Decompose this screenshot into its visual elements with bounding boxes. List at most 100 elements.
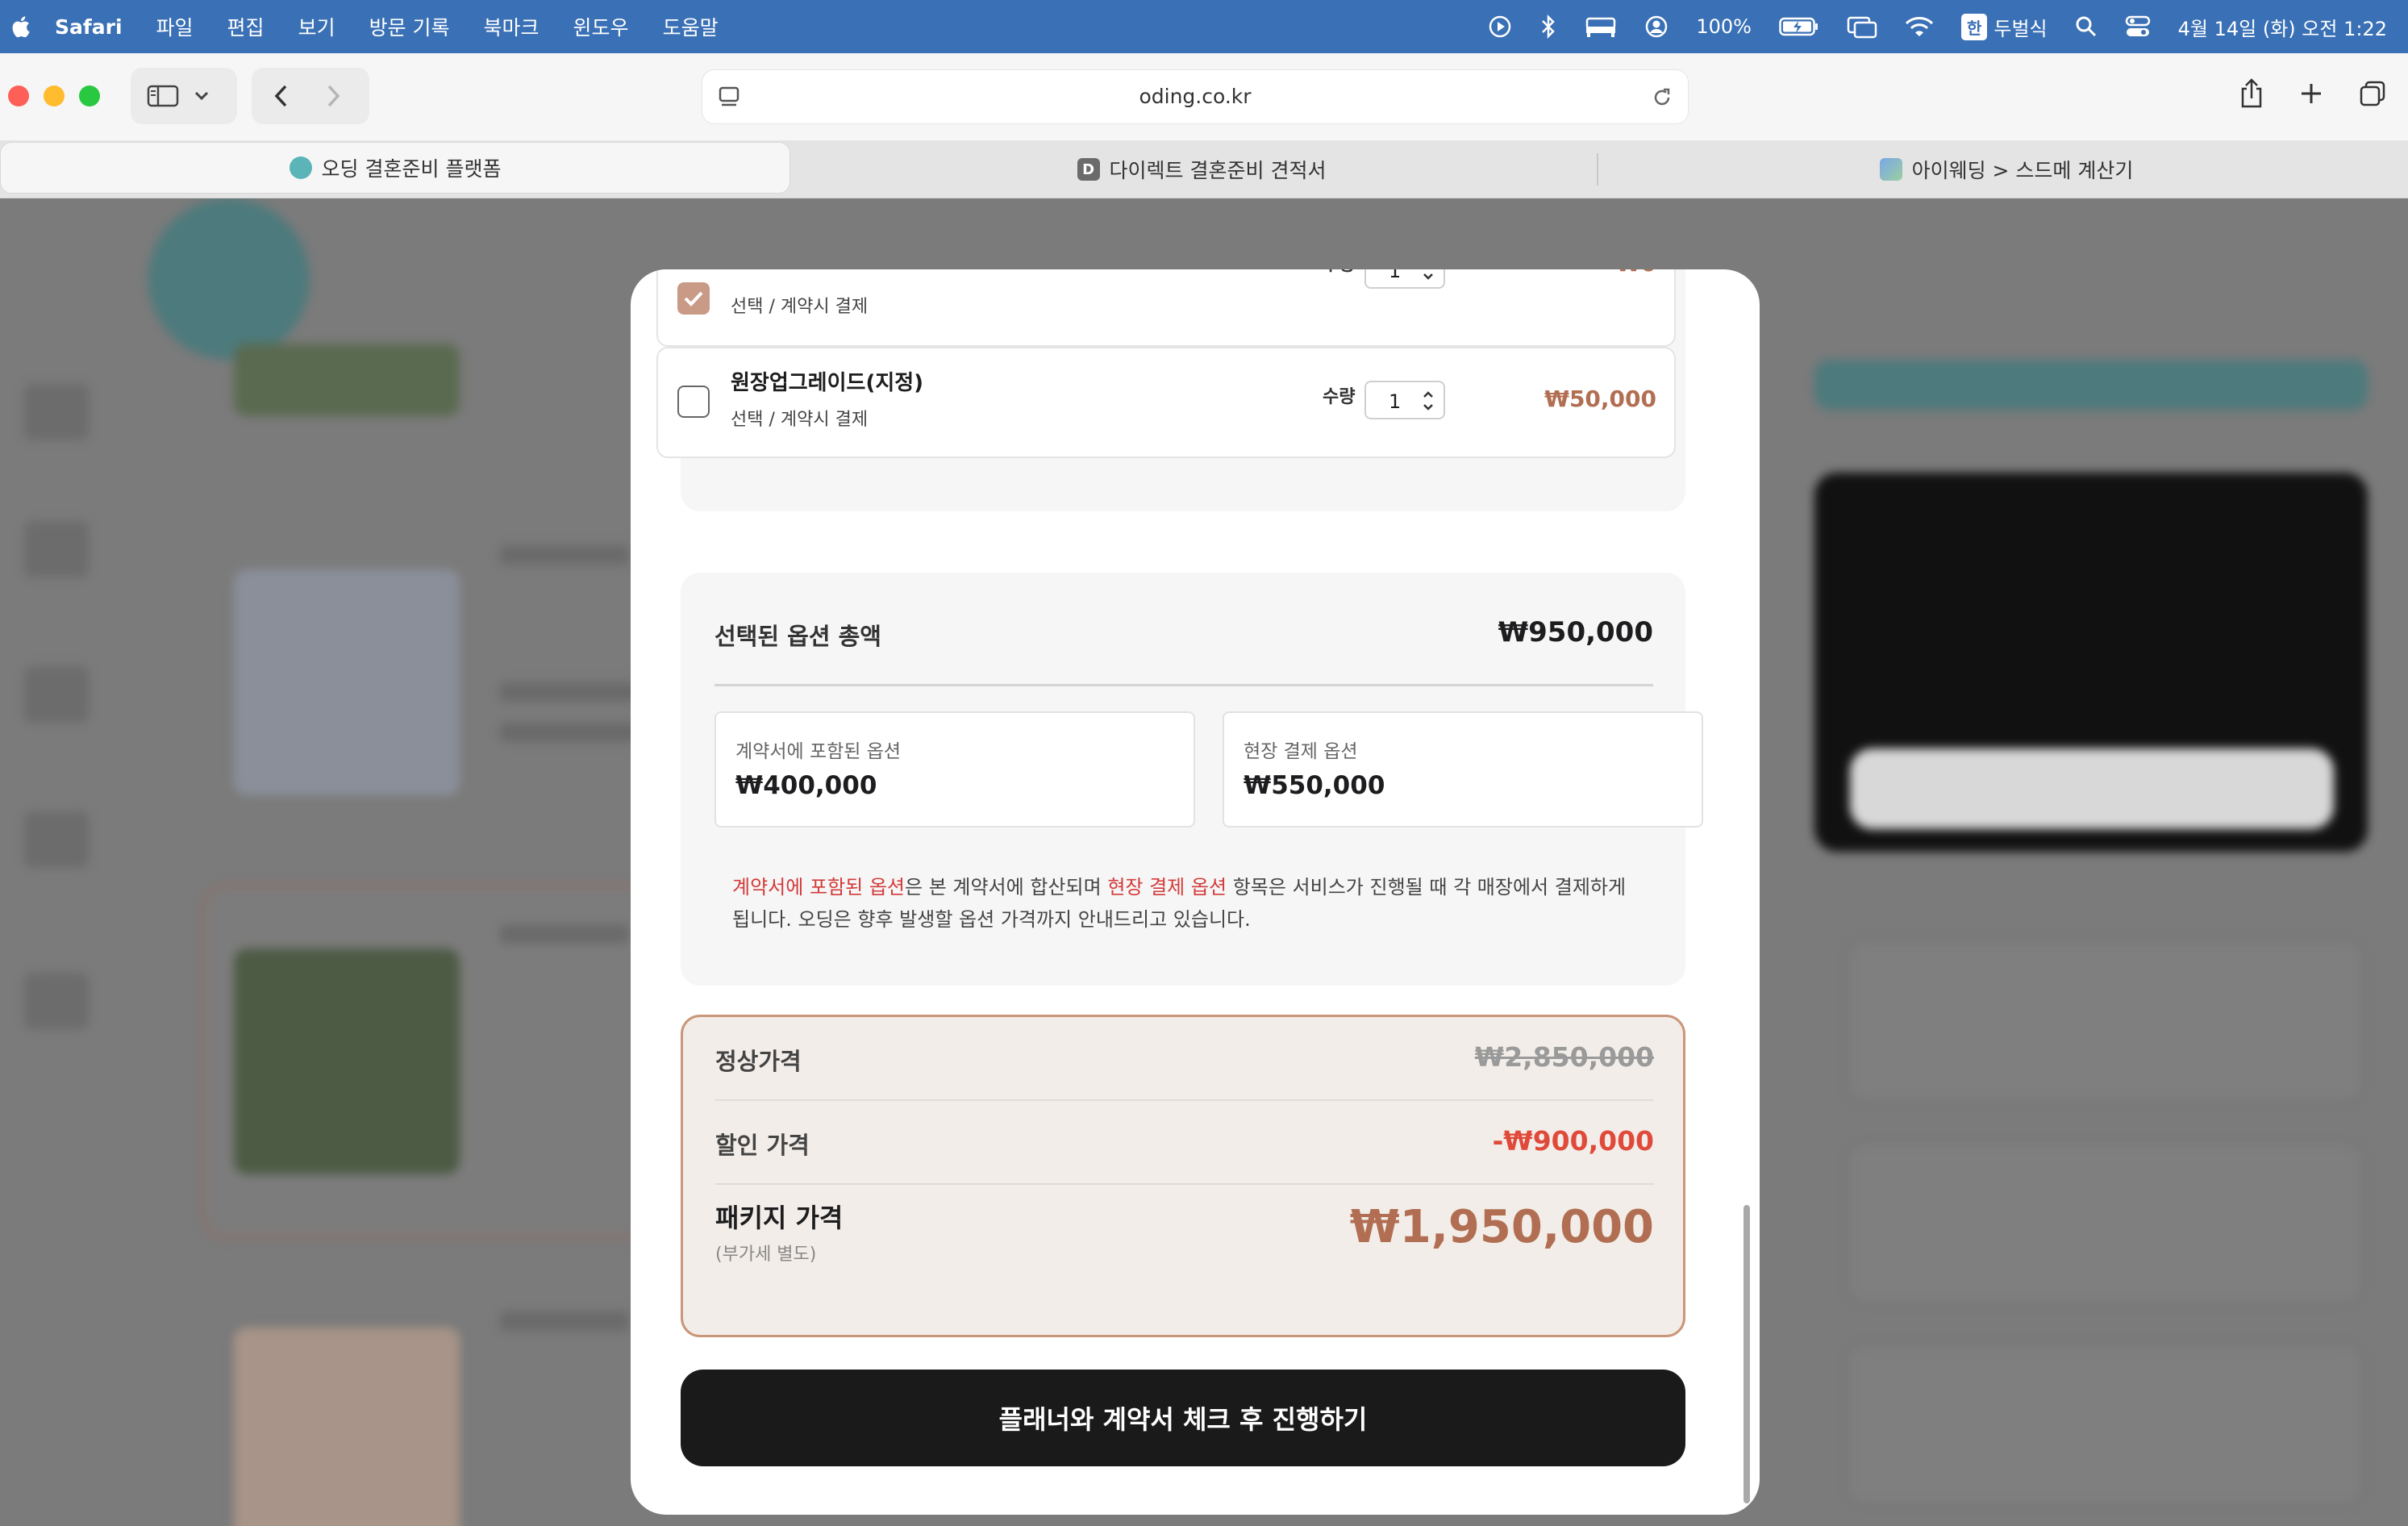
tab-iwedding[interactable]: 아이웨딩 > 스드메 계산기 [1605, 140, 2408, 198]
tab-title: 아이웨딩 > 스드메 계산기 [1911, 159, 2134, 182]
iwedding-favicon-icon [1879, 158, 1902, 181]
onsite-options-label: 현장 결제 옵션 [1244, 741, 1358, 762]
quantity-value: 1 [1389, 269, 1402, 282]
search-icon[interactable] [2075, 15, 2098, 38]
contract-options-box: 계약서에 포함된 옵션 ₩400,000 [714, 711, 1195, 828]
nav-buttons [252, 68, 369, 124]
proceed-button[interactable]: 플래너와 계약서 체크 후 진행하기 [681, 1370, 1685, 1466]
product-thumb [234, 949, 460, 1174]
side-nav-item [24, 521, 89, 577]
wifi-icon[interactable] [1905, 15, 1934, 38]
onsite-options-value: ₩550,000 [1244, 771, 1385, 800]
product-title [500, 1311, 629, 1331]
option-sub: 선택 / 계약시 결제 [731, 410, 869, 430]
apple-icon[interactable] [10, 15, 31, 39]
side-nav [0, 360, 113, 1328]
menu-help[interactable]: 도움말 [663, 12, 719, 41]
option-price: ₩50,000 [1544, 386, 1656, 412]
modal-scrollbar[interactable] [1744, 1205, 1750, 1503]
side-nav-item [24, 811, 89, 868]
menu-history[interactable]: 방문 기록 [369, 12, 450, 41]
note-highlight: 현장 결제 옵션 [1107, 876, 1227, 899]
screen-mirroring-icon[interactable] [1847, 15, 1877, 39]
package-price-value: ₩1,950,000 [1349, 1201, 1654, 1253]
stepper-icon[interactable] [1421, 269, 1435, 284]
sidebar-icon[interactable] [147, 84, 179, 108]
discount-row: 할인 가격 -₩900,000 [715, 1101, 1654, 1185]
option-checkbox[interactable] [677, 282, 710, 315]
product-thumb [234, 1328, 460, 1526]
tab-overview-icon[interactable] [2358, 77, 2387, 110]
tab-direct-estimate[interactable]: D 다이렉트 결혼준비 견적서 [798, 140, 1605, 198]
option-card[interactable]: 원장업그레이드(지정) 선택 / 계약시 결제 수량 1 ₩50,000 [656, 347, 1676, 458]
menu-file[interactable]: 파일 [156, 12, 194, 41]
summary-title: 선택된 옵션 총액 [714, 623, 881, 650]
menu-view[interactable]: 보기 [298, 12, 335, 41]
package-price-label: 패키지 가격 [715, 1203, 844, 1233]
battery-icon[interactable] [1779, 16, 1819, 37]
side-list-item [1847, 940, 2363, 1102]
option-name: 원장업그레이드(지정) [731, 371, 924, 395]
safari-toolbar: oding.co.kr [0, 53, 2408, 140]
ime-label: 두벌식 [1993, 17, 2048, 40]
minimize-window-button[interactable] [44, 85, 65, 106]
new-tab-icon[interactable] [2298, 77, 2324, 110]
quantity-stepper[interactable]: 1 [1364, 381, 1445, 419]
url-text[interactable]: oding.co.kr [702, 85, 1688, 108]
tab-title: 다이렉트 결혼준비 견적서 [1109, 159, 1327, 182]
zoom-window-button[interactable] [79, 85, 100, 106]
contract-options-value: ₩400,000 [735, 771, 877, 800]
battery-percent: 100% [1696, 15, 1752, 38]
tab-separator [1597, 153, 1598, 186]
quantity-label: 수량 [1323, 387, 1356, 407]
option-sub: 선택 / 계약시 결제 [731, 297, 869, 317]
regular-price-value: ₩2,850,000 [1474, 1041, 1654, 1073]
contract-options-label: 계약서에 포함된 옵션 [735, 741, 902, 762]
panel-button [1850, 748, 2334, 829]
tab-oding[interactable]: 오딩 결혼준비 플랫폼 [0, 142, 790, 194]
reload-icon[interactable] [1651, 86, 1673, 109]
close-window-button[interactable] [8, 85, 29, 106]
d-favicon-icon: D [1077, 158, 1100, 181]
input-source[interactable]: 한 두벌식 [1960, 13, 2048, 41]
product-title [500, 924, 629, 944]
package-modal: 선택 / 계약시 결제 수량 1 ₩0 원장업그레이드(지정) 선택 / 계약시… [631, 269, 1760, 1515]
stepper-icon[interactable] [1421, 387, 1435, 415]
option-checkbox[interactable] [677, 386, 710, 418]
forward-icon[interactable] [326, 83, 342, 109]
play-icon[interactable] [1488, 15, 1512, 39]
side-list-item [1847, 1142, 2363, 1303]
check-icon [684, 291, 703, 306]
address-bar[interactable]: oding.co.kr [702, 69, 1689, 124]
package-price-row: 패키지 가격 (부가세 별도) ₩1,950,000 [715, 1185, 1654, 1314]
vat-note: (부가세 별도) [715, 1245, 817, 1265]
tab-title: 오딩 결혼준비 플랫폼 [321, 157, 502, 181]
menu-bookmarks[interactable]: 북마크 [484, 12, 540, 41]
sidebar-toggle-group [131, 68, 237, 124]
note-text: 은 본 계약서에 합산되며 [904, 876, 1108, 899]
menu-app-safari[interactable]: Safari [55, 15, 123, 39]
modal-scroll-area[interactable]: 선택 / 계약시 결제 수량 1 ₩0 원장업그레이드(지정) 선택 / 계약시… [631, 269, 1760, 1515]
oding-favicon-icon [289, 156, 312, 179]
discount-value: -₩900,000 [1492, 1125, 1654, 1157]
bed-icon[interactable] [1585, 15, 1617, 38]
side-nav-item [24, 384, 89, 440]
chevron-down-icon[interactable] [194, 90, 210, 102]
tab-bar: 오딩 결혼준비 플랫폼 D 다이렉트 결혼준비 견적서 아이웨딩 > 스드메 계… [0, 140, 2408, 198]
product-thumb [234, 344, 460, 416]
menubar-clock[interactable]: 4월 14일 (화) 오전 1:22 [2178, 13, 2387, 41]
control-center-icon[interactable] [2125, 15, 2151, 39]
quantity-stepper[interactable]: 1 [1364, 269, 1445, 289]
ime-badge: 한 [1960, 13, 1988, 40]
option-card[interactable]: 선택 / 계약시 결제 수량 1 ₩0 [656, 269, 1676, 347]
product-thumb [234, 569, 460, 795]
side-nav-item [24, 666, 89, 723]
user-icon[interactable] [1644, 15, 1669, 39]
share-icon[interactable] [2239, 77, 2264, 110]
back-icon[interactable] [273, 83, 289, 109]
menu-edit[interactable]: 편집 [227, 12, 265, 41]
bluetooth-icon[interactable] [1539, 14, 1557, 40]
option-price: ₩0 [1616, 269, 1656, 277]
teal-banner [1814, 360, 2368, 410]
menu-window[interactable]: 윈도우 [573, 12, 629, 41]
